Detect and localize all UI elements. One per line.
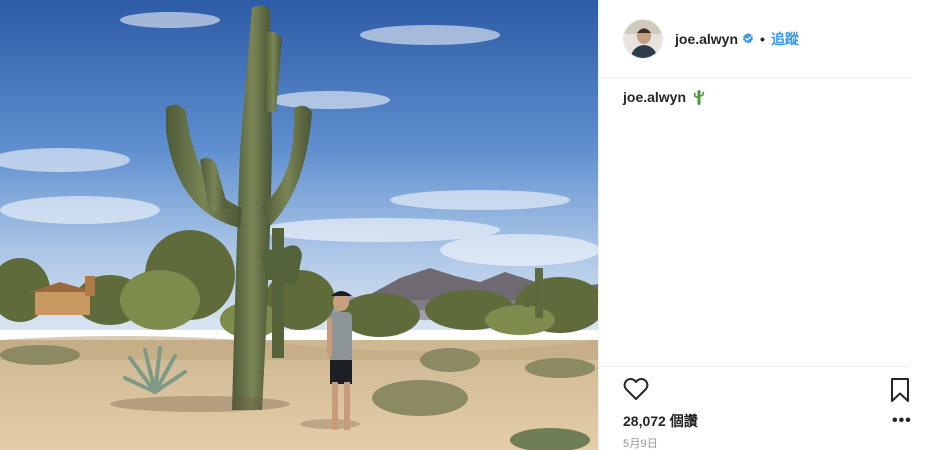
- verified-badge-icon: [743, 32, 754, 44]
- desert-cactus-photo: [0, 0, 598, 450]
- more-options-icon[interactable]: •••: [892, 412, 912, 430]
- separator-dot: •: [760, 30, 765, 47]
- likes-count[interactable]: 28,072 個讚: [623, 411, 698, 431]
- follow-button[interactable]: 追蹤: [771, 29, 799, 49]
- heart-icon[interactable]: [623, 377, 649, 401]
- bookmark-icon[interactable]: [890, 377, 910, 403]
- cactus-emoji-icon: [694, 90, 705, 105]
- post-caption: joe.alwyn: [623, 89, 706, 105]
- instagram-post: joe.alwyn • 追蹤 joe.alwyn 28,072 個讚 5月9日 …: [0, 0, 934, 450]
- post-header: joe.alwyn • 追蹤: [599, 0, 909, 78]
- caption-username[interactable]: joe.alwyn: [623, 89, 686, 105]
- post-photo[interactable]: [0, 0, 598, 450]
- username-link[interactable]: joe.alwyn: [675, 31, 738, 47]
- avatar-image: [624, 19, 662, 58]
- avatar[interactable]: [623, 18, 663, 59]
- post-actions: 28,072 個讚 5月9日 •••: [599, 366, 912, 450]
- post-date[interactable]: 5月9日: [623, 435, 658, 450]
- post-side-panel: joe.alwyn • 追蹤 joe.alwyn 28,072 個讚 5月9日 …: [598, 0, 934, 450]
